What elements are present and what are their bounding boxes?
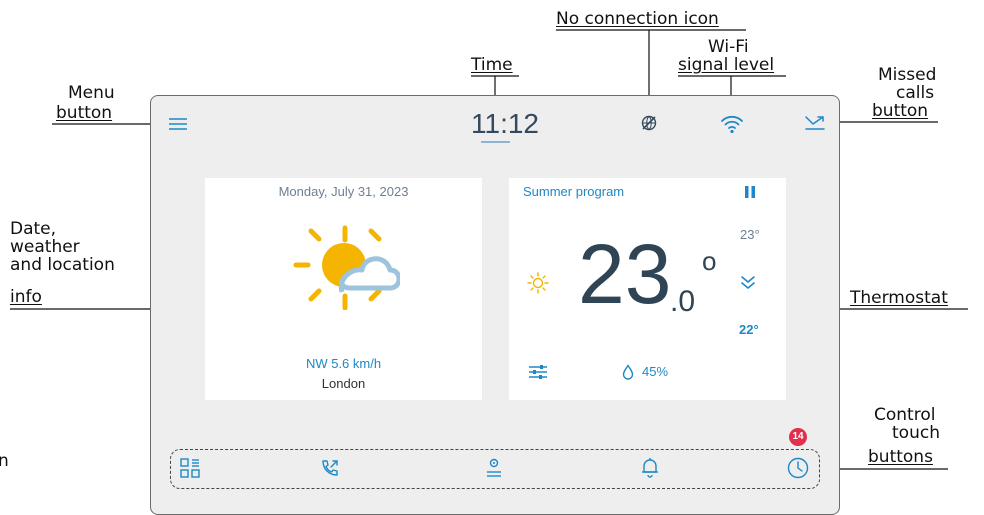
apps-button[interactable] bbox=[180, 458, 200, 482]
double-chevron-down-icon bbox=[741, 276, 755, 289]
callout-time: Time bbox=[471, 55, 513, 75]
callout-control-line3: buttons bbox=[868, 447, 933, 467]
callout-menu-line2: button bbox=[56, 103, 113, 123]
callout-date-line1: Date, bbox=[10, 219, 57, 239]
no-connection-icon bbox=[640, 114, 658, 136]
callout-no-connection: No connection icon bbox=[556, 9, 719, 29]
settings-button[interactable] bbox=[528, 364, 548, 384]
sun-mode-icon bbox=[527, 272, 549, 298]
wind-info: NW 5.6 km/h bbox=[305, 356, 382, 371]
callout-wifi-line1: Wi-Fi bbox=[708, 37, 749, 57]
humidity-value: 45% bbox=[642, 364, 669, 379]
current-temperature: 23 bbox=[578, 227, 672, 321]
setpoint-low: 22° bbox=[739, 322, 759, 337]
callout-wifi-line2: signal level bbox=[678, 55, 775, 75]
intercom-camera-icon bbox=[487, 458, 501, 477]
location-name: London bbox=[321, 376, 366, 391]
history-button[interactable] bbox=[786, 456, 810, 484]
wifi-signal-icon bbox=[720, 112, 744, 138]
callout-thermostat: Thermostat bbox=[850, 288, 948, 308]
callout-control-line1: Control bbox=[874, 405, 936, 425]
callout-control-line2: touch bbox=[892, 423, 940, 443]
temperature-decimal: .0 bbox=[670, 285, 696, 318]
lower-setpoint-button[interactable] bbox=[740, 274, 756, 294]
alarm-button[interactable] bbox=[639, 456, 661, 482]
setpoint-high: 23° bbox=[740, 227, 760, 242]
pause-icon bbox=[745, 186, 755, 198]
missed-calls-icon bbox=[805, 116, 825, 130]
menu-button[interactable] bbox=[168, 116, 188, 136]
sliders-icon bbox=[529, 365, 547, 379]
pause-button[interactable] bbox=[743, 184, 757, 203]
callout-date-line3: and location bbox=[10, 255, 115, 275]
clock-icon bbox=[787, 457, 809, 479]
missed-calls-button[interactable] bbox=[804, 114, 826, 136]
callout-missed-line2: calls bbox=[896, 83, 935, 103]
sun-cloud-icon bbox=[290, 220, 402, 314]
camera-button[interactable] bbox=[484, 457, 504, 483]
callout-date-line2: weather bbox=[10, 237, 80, 257]
bell-icon bbox=[642, 458, 658, 478]
call-button[interactable] bbox=[320, 458, 340, 482]
callout-menu-line1: Menu bbox=[68, 83, 115, 103]
apps-grid-icon bbox=[180, 458, 200, 478]
temperature-degree-symbol: o bbox=[702, 246, 717, 276]
missed-calls-badge: 14 bbox=[789, 428, 807, 446]
callout-date-line4: info bbox=[10, 287, 42, 307]
hamburger-icon bbox=[169, 118, 187, 130]
program-name: Summer program bbox=[523, 184, 625, 199]
time-underline bbox=[481, 141, 510, 143]
callout-missed-line3: button bbox=[872, 101, 929, 121]
weather-date: Monday, July 31, 2023 bbox=[278, 184, 409, 199]
callout-cut-letter: n bbox=[0, 451, 9, 471]
humidity-icon bbox=[622, 364, 634, 384]
phone-call-icon bbox=[322, 460, 338, 476]
callout-missed-line1: Missed bbox=[878, 65, 937, 85]
clock-time: 11:12 bbox=[471, 108, 539, 139]
